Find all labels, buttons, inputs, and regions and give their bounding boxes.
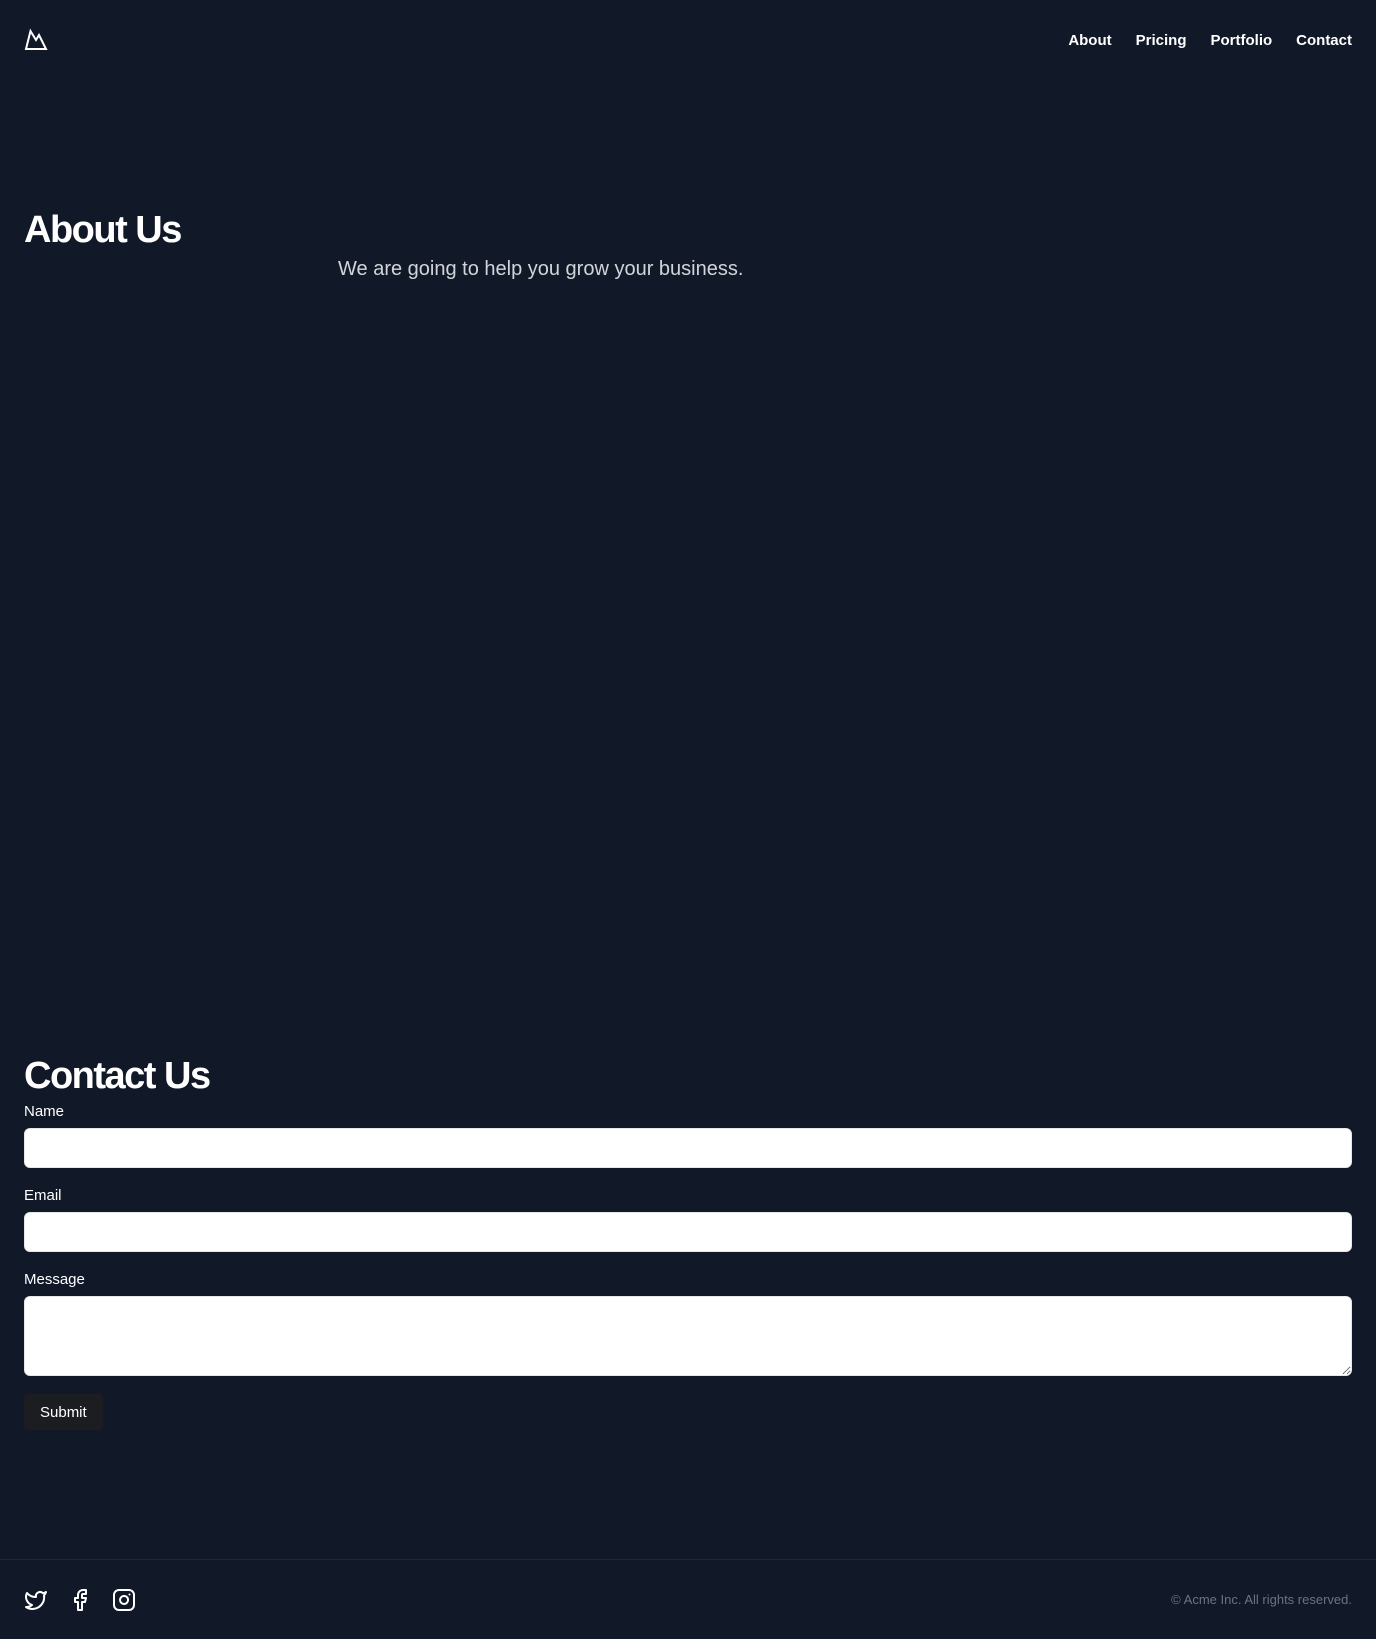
facebook-icon (74, 1588, 87, 1611)
nav-link-pricing[interactable]: Pricing (1136, 32, 1187, 49)
email-field[interactable] (24, 1212, 1352, 1252)
contact-form: Name Email Message Submit (24, 1100, 1352, 1430)
mountain-icon (24, 28, 48, 50)
instagram-link[interactable] (112, 1588, 136, 1612)
site-header: About Pricing Portfolio Contact (0, 0, 1376, 80)
main-nav: About Pricing Portfolio Contact (1068, 32, 1352, 49)
message-label: Message (24, 1271, 85, 1288)
social-links (24, 1588, 136, 1612)
nav-link-contact[interactable]: Contact (1296, 32, 1352, 49)
logo-link[interactable] (24, 28, 48, 52)
site-footer: © Acme Inc. All rights reserved. (0, 1559, 1376, 1639)
about-title: About Us (24, 209, 182, 251)
message-field[interactable] (24, 1296, 1352, 1376)
about-description: We are going to help you grow your busin… (338, 258, 744, 280)
nav-link-about[interactable]: About (1068, 32, 1111, 49)
page: About Pricing Portfolio Contact About Us… (0, 0, 1376, 1639)
twitter-icon (25, 1590, 47, 1610)
instagram-icon (113, 1588, 135, 1611)
name-label: Name (24, 1103, 65, 1120)
name-field[interactable] (24, 1128, 1352, 1168)
twitter-link[interactable] (24, 1588, 48, 1612)
submit-button[interactable]: Submit (24, 1394, 103, 1430)
contact-title: Contact Us (24, 1055, 211, 1097)
email-label: Email (24, 1187, 62, 1204)
copyright-text: © Acme Inc. All rights reserved. (1171, 1592, 1352, 1607)
facebook-link[interactable] (68, 1588, 92, 1612)
nav-link-portfolio[interactable]: Portfolio (1211, 32, 1273, 49)
